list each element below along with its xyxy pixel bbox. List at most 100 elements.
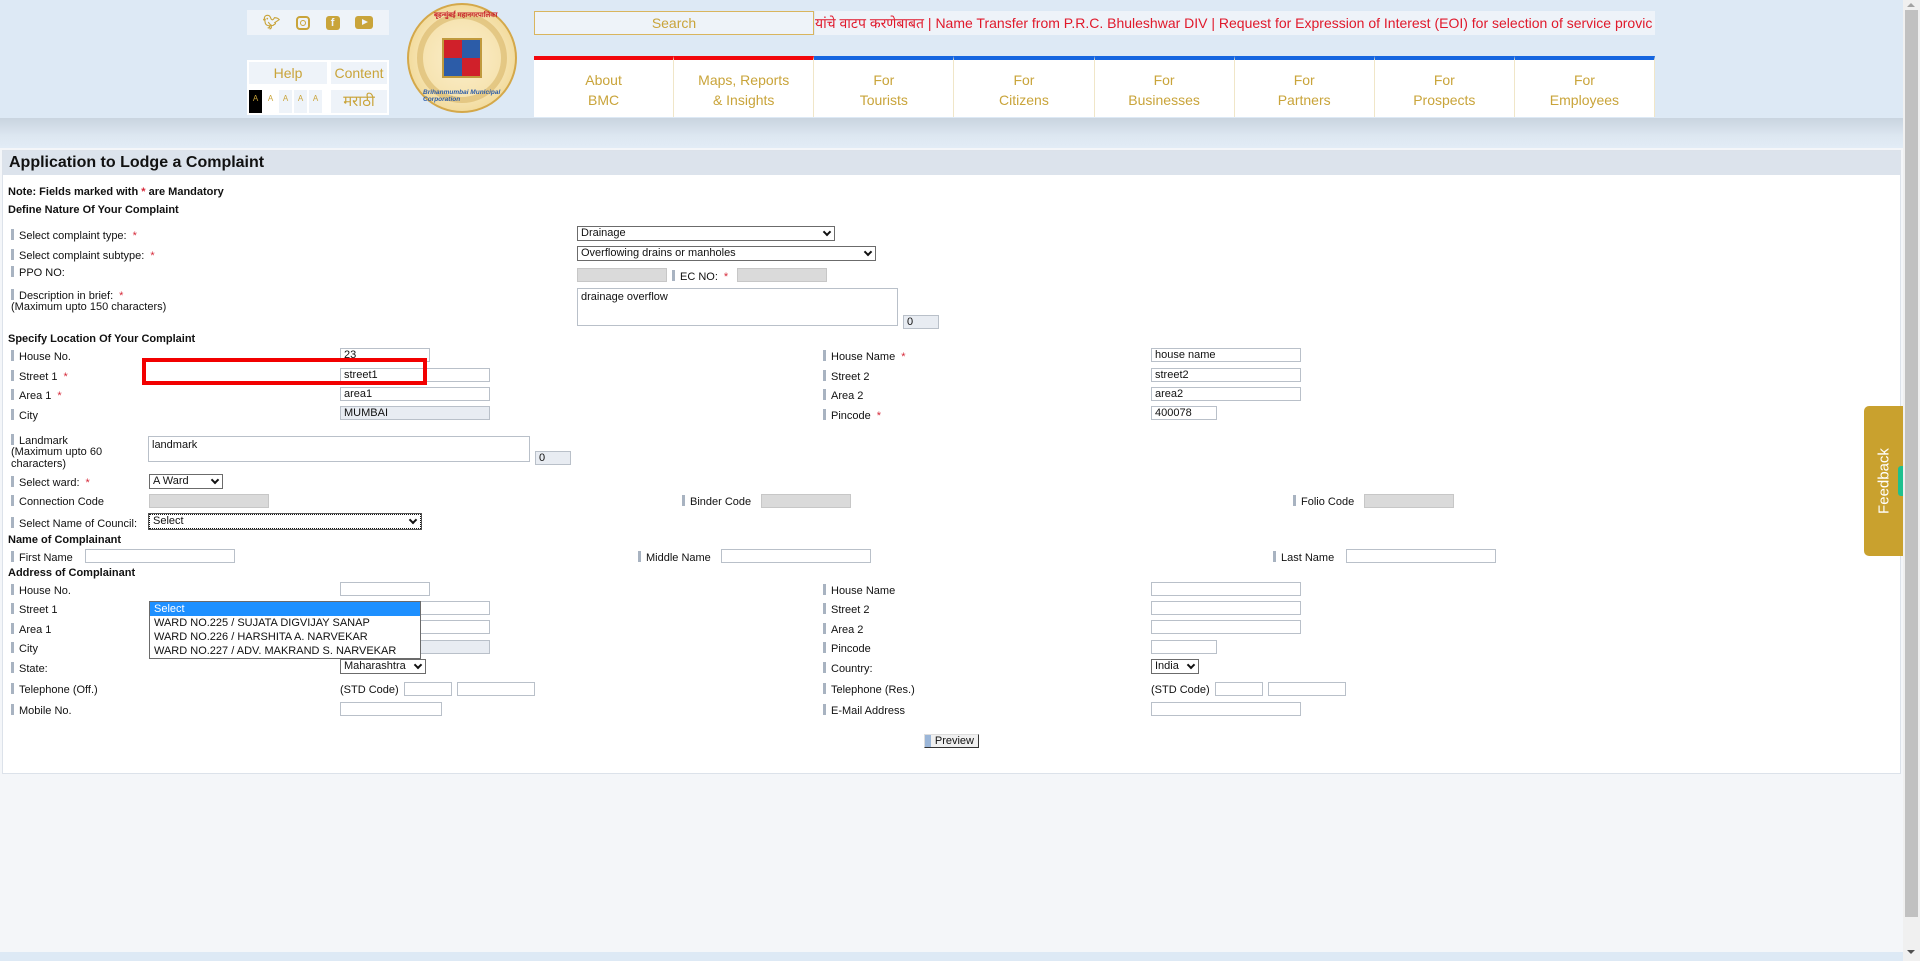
tel-res-number-input[interactable] <box>1268 682 1346 696</box>
nav-label: For <box>1293 71 1315 88</box>
council-option[interactable]: Select <box>150 602 420 616</box>
addr-country-label: Country: <box>823 662 873 675</box>
nav-for-partners[interactable]: For Partners <box>1234 56 1375 117</box>
addr-house-name-input[interactable] <box>1151 582 1301 596</box>
scroll-up-arrow-icon[interactable] <box>1907 3 1915 7</box>
complaint-subtype-label: Select complaint subtype: * <box>11 249 155 262</box>
tel-off-number-input[interactable] <box>457 682 535 696</box>
connection-code-input[interactable] <box>149 494 269 508</box>
annotation-highlight-box <box>142 358 427 385</box>
folio-code-input[interactable] <box>1364 494 1454 508</box>
chevron-down-icon <box>863 247 873 257</box>
twitter-icon[interactable]: 🐦︎ <box>263 14 281 31</box>
addr-state-select[interactable]: Maharashtra <box>340 659 426 674</box>
landmark-char-count: 0 <box>535 451 571 465</box>
tel-res-std-input[interactable] <box>1215 682 1263 696</box>
addr-pincode-input[interactable] <box>1151 640 1217 654</box>
loc-pincode-input[interactable]: 400078 <box>1151 406 1217 420</box>
youtube-icon[interactable] <box>355 16 374 29</box>
section-nature-heading: Define Nature Of Your Complaint <box>8 204 179 216</box>
email-label: E-Mail Address <box>823 704 905 717</box>
bmc-logo[interactable]: बृहन्मुंबई महानगरपालिका Brihanmumbai Mun… <box>407 3 517 113</box>
chevron-down-icon <box>822 227 832 237</box>
content-link[interactable]: Content <box>331 62 387 84</box>
feedback-label: Feedback <box>1875 448 1892 514</box>
loc-street2-input[interactable]: street2 <box>1151 368 1301 382</box>
addr-country-select[interactable]: India <box>1151 659 1199 674</box>
nav-maps-reports[interactable]: Maps, Reports & Insights <box>674 56 815 117</box>
binder-code-input[interactable] <box>761 494 851 508</box>
loc-house-no-label: House No. <box>11 350 71 363</box>
language-marathi-link[interactable]: मराठी <box>331 90 387 113</box>
page-title: Application to Lodge a Complaint <box>3 151 1900 175</box>
council-option[interactable]: WARD NO.225 / SUJATA DIGVIJAY SANAP <box>150 616 420 630</box>
last-name-label: Last Name <box>1273 551 1334 564</box>
council-option[interactable]: WARD NO.227 / ADV. MAKRAND S. NARVEKAR <box>150 644 420 658</box>
nav-label: Prospects <box>1413 91 1476 108</box>
section-location-heading: Specify Location Of Your Complaint <box>8 333 196 345</box>
nav-label: & Insights <box>712 91 775 108</box>
addr-state-label: State: <box>11 662 48 675</box>
first-name-input[interactable] <box>85 549 235 563</box>
loc-street2-label: Street 2 <box>823 370 870 383</box>
scrollbar-thumb[interactable] <box>1905 10 1918 917</box>
binder-code-label: Binder Code <box>682 495 751 508</box>
tel-off-label: Telephone (Off.) <box>11 683 98 696</box>
nav-for-citizens[interactable]: For Citizens <box>954 56 1095 117</box>
feedback-button[interactable]: Feedback <box>1864 406 1903 556</box>
landmark-textarea[interactable]: landmark <box>148 436 530 462</box>
footer-strip <box>0 952 1903 961</box>
nav-for-prospects[interactable]: For Prospects <box>1374 56 1515 117</box>
complaint-subtype-select[interactable]: Overflowing drains or manholes <box>577 246 876 261</box>
email-input[interactable] <box>1151 702 1301 716</box>
mobile-input[interactable] <box>340 702 442 716</box>
first-name-label: First Name <box>11 551 73 564</box>
tel-off-std-input[interactable] <box>404 682 452 696</box>
ec-input[interactable] <box>737 268 827 282</box>
logo-text-marathi: बृहन्मुंबई महानगरपालिका <box>434 12 498 19</box>
nav-about-bmc[interactable]: About BMC <box>534 56 675 117</box>
font-size-normal-button[interactable]: A <box>264 90 277 113</box>
loc-area2-input[interactable]: area2 <box>1151 387 1301 401</box>
facebook-icon[interactable]: f <box>325 15 340 30</box>
tel-res-std-label: (STD Code) <box>1151 684 1210 696</box>
ppo-input[interactable] <box>577 268 667 282</box>
middle-name-input[interactable] <box>721 549 871 563</box>
instagram-icon[interactable] <box>296 15 311 30</box>
font-size-default-button[interactable]: A <box>249 90 262 113</box>
nav-for-tourists[interactable]: For Tourists <box>814 56 955 117</box>
font-size-controls: A A A A A <box>249 90 322 113</box>
addr-street2-input[interactable] <box>1151 601 1301 615</box>
addr-area1-label: Area 1 <box>11 623 51 636</box>
nav-for-employees[interactable]: For Employees <box>1514 56 1655 117</box>
social-links: 🐦︎ f <box>247 10 389 35</box>
ward-select[interactable]: A Ward <box>149 474 223 489</box>
tel-off-std-label: (STD Code) <box>340 684 399 696</box>
news-ticker[interactable]: यांचे वाटप करणेबाबत | Name Transfer from… <box>815 11 1655 35</box>
council-select[interactable]: Select <box>148 513 422 530</box>
font-size-reset-button[interactable]: A <box>294 90 307 113</box>
font-size-increase-button[interactable]: A <box>309 90 322 113</box>
description-textarea[interactable]: drainage overflow <box>577 288 898 326</box>
addr-house-no-input[interactable] <box>340 582 430 596</box>
help-link[interactable]: Help <box>249 62 327 84</box>
addr-house-no-label: House No. <box>11 584 71 597</box>
search-input[interactable]: Search <box>534 11 814 35</box>
page-scrollbar[interactable] <box>1903 0 1920 961</box>
loc-area1-label: Area 1 * <box>11 389 62 402</box>
font-size-decrease-button[interactable]: A <box>279 90 292 113</box>
loc-street1-label: Street 1 * <box>11 370 68 383</box>
scroll-down-arrow-icon[interactable] <box>1907 950 1915 954</box>
complaint-type-select[interactable]: Drainage <box>577 226 835 241</box>
nav-label: For <box>1013 71 1035 88</box>
nav-for-businesses[interactable]: For Businesses <box>1094 56 1235 117</box>
loc-area1-input[interactable]: area1 <box>340 387 490 401</box>
header-shadow <box>0 118 1903 148</box>
last-name-input[interactable] <box>1346 549 1496 563</box>
mobile-label: Mobile No. <box>11 704 72 717</box>
addr-area2-input[interactable] <box>1151 620 1301 634</box>
loc-house-name-input[interactable]: house name <box>1151 348 1301 362</box>
preview-button[interactable]: Preview <box>924 734 979 748</box>
council-option[interactable]: WARD NO.226 / HARSHITA A. NARVEKAR <box>150 630 420 644</box>
utility-panel: Help Content A A A A A मराठी <box>247 60 389 115</box>
